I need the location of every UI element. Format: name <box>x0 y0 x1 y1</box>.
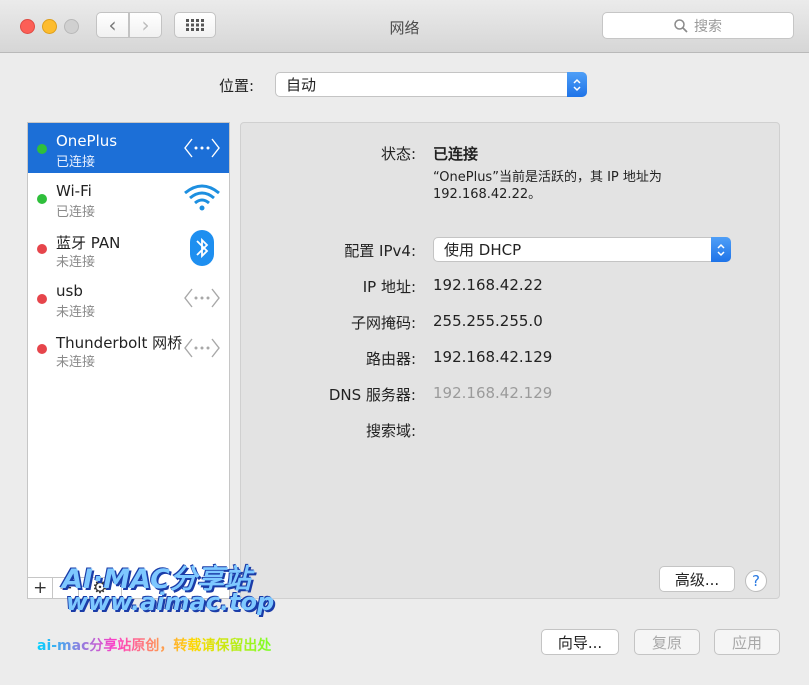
ipv4-config-label: 配置 IPv4: <box>344 242 416 260</box>
service-status: 未连接 <box>56 255 96 270</box>
watermark-notice: ai-mac分享站原创，转载请保留出处 <box>37 635 271 655</box>
help-button[interactable]: ? <box>745 570 767 592</box>
status-dot <box>37 194 47 204</box>
subnet-mask-label: 子网掩码: <box>350 314 416 332</box>
dns-server-label: DNS 服务器: <box>328 386 416 404</box>
ethernet-arrows-icon <box>183 331 221 365</box>
revert-button[interactable]: 复原 <box>634 629 700 655</box>
service-list: OnePlus 已连接 Wi-Fi 已连接 蓝牙 PAN 未连接 usb 未连接… <box>27 122 230 599</box>
ipv4-config-popup[interactable]: 使用 DHCP <box>433 237 731 262</box>
ethernet-arrows-icon <box>183 281 221 315</box>
location-label: 位置: <box>219 77 255 95</box>
search-domain-label: 搜索域: <box>365 422 416 440</box>
search-icon <box>674 18 688 33</box>
updown-arrows-icon <box>711 237 731 262</box>
bluetooth-icon <box>183 230 221 266</box>
watermark-url: www.aimac.top <box>66 588 275 616</box>
apply-button[interactable]: 应用 <box>714 629 780 655</box>
search-placeholder: 搜索 <box>694 18 722 35</box>
status-value: 已连接 <box>433 145 479 163</box>
ipv4-config-value: 使用 DHCP <box>444 241 522 259</box>
updown-arrows-icon <box>567 72 587 97</box>
add-service-button[interactable]: + <box>28 578 54 598</box>
title-bar: ‹ › 网络 搜索 <box>0 0 809 53</box>
advanced-button[interactable]: 高级... <box>659 566 735 592</box>
service-name: 蓝牙 PAN <box>56 234 121 252</box>
service-item-usb[interactable]: usb 未连接 <box>28 273 229 323</box>
ip-address-label: IP 地址: <box>362 278 416 296</box>
service-name: Wi-Fi <box>56 182 92 200</box>
status-label: 状态: <box>380 145 416 163</box>
location-popup[interactable]: 自动 <box>275 72 587 97</box>
status-description: “OnePlus”当前是活跃的，其 IP 地址为 192.168.42.22。 <box>433 170 662 202</box>
service-name: Thunderbolt 网桥 <box>56 334 183 352</box>
ip-address-value: 192.168.42.22 <box>433 276 543 294</box>
router-label: 路由器: <box>365 350 416 368</box>
status-dot <box>37 344 47 354</box>
status-dot <box>37 294 47 304</box>
ethernet-arrows-icon <box>183 131 221 165</box>
search-field[interactable]: 搜索 <box>602 12 794 39</box>
service-name: usb <box>56 282 83 300</box>
service-name: OnePlus <box>56 132 118 150</box>
status-dot <box>37 244 47 254</box>
router-value: 192.168.42.129 <box>433 348 553 366</box>
wifi-icon <box>183 181 221 215</box>
service-status: 已连接 <box>56 155 96 170</box>
location-value: 自动 <box>286 76 317 94</box>
service-status: 未连接 <box>56 355 96 370</box>
assistant-button[interactable]: 向导... <box>541 629 619 655</box>
service-item-thunderbolt-bridge[interactable]: Thunderbolt 网桥 未连接 <box>28 323 229 373</box>
service-item-wifi[interactable]: Wi-Fi 已连接 <box>28 173 229 223</box>
subnet-mask-value: 255.255.255.0 <box>433 312 543 330</box>
dns-server-value: 192.168.42.129 <box>433 384 553 402</box>
service-item-bluetooth-pan[interactable]: 蓝牙 PAN 未连接 <box>28 223 229 273</box>
service-status: 未连接 <box>56 305 96 320</box>
status-dot <box>37 144 47 154</box>
service-status: 已连接 <box>56 205 96 220</box>
service-item-oneplus[interactable]: OnePlus 已连接 <box>28 123 229 173</box>
